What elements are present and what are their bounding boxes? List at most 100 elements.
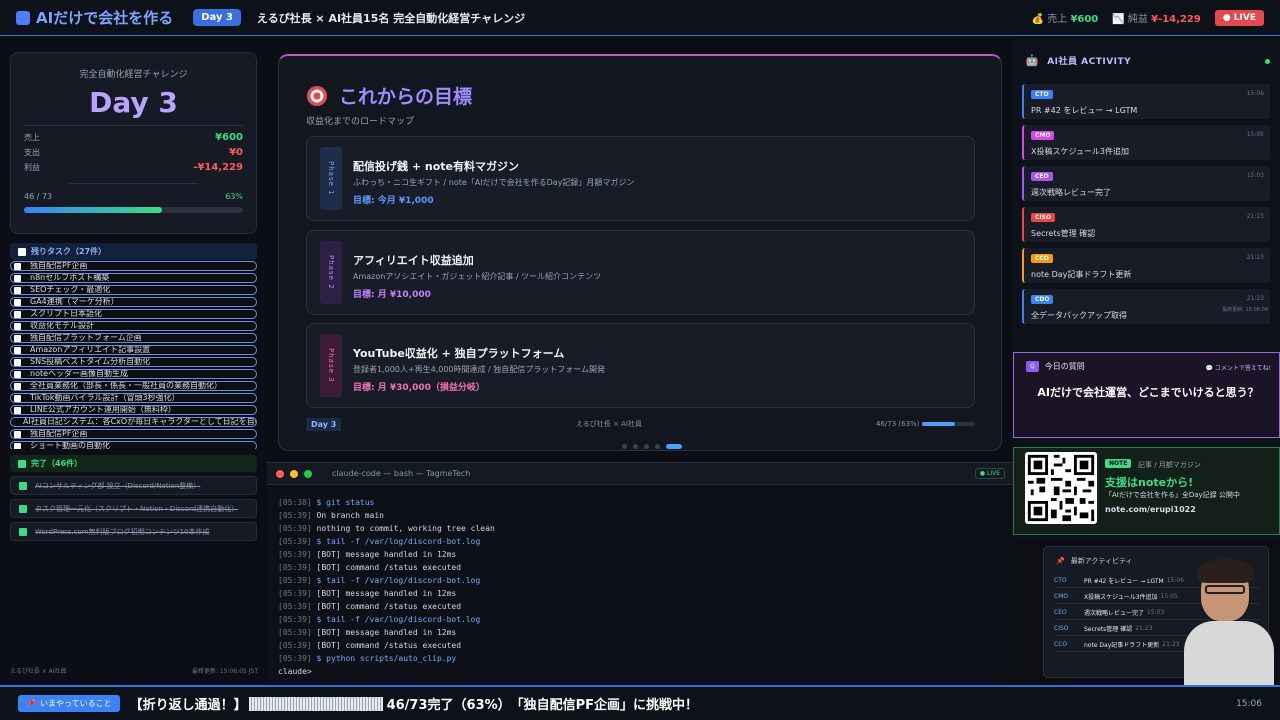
left-footer-updated: 最終更新: 15:06:05 JST [192,668,259,675]
task-item[interactable]: GA4連携（マーケ分析） [10,297,257,307]
terminal-line: [05:39] $ tail -f /var/log/discord-bot.l… [278,613,495,626]
task-label: 独自配信PF企画 [30,429,88,438]
line-timestamp: [05:39] [278,563,312,572]
phase-card-2: Phase 2 アフィリエイト収益追加 Amazonアソシエイト・ガジェット紹介… [306,230,975,315]
checkbox-icon[interactable] [14,262,21,270]
task-label: 独自配信PF企画 [30,261,88,270]
checkbox-icon[interactable] [14,382,21,390]
task-item[interactable]: SNS投稿ベストタイム分析自動化 [10,357,257,367]
checkbox-icon[interactable] [14,358,21,366]
pin-icon: 📌 [1056,557,1065,565]
slide-dot[interactable] [622,444,627,449]
slide-dot[interactable] [644,444,649,449]
task-item[interactable]: SEOチェック・最適化 [10,285,257,295]
glasses-icon [1205,585,1245,594]
phase-tag: Phase 3 [320,334,342,397]
profit-stat: 📉 純益 ¥-14,229 [1112,14,1201,25]
row-label: 売上 [24,133,40,142]
remaining-task-list[interactable]: 独自配信PF企画 n8nセルフホスト構築 SEOチェック・最適化 GA4連携（マーケ分… [10,261,257,449]
task-label: SNS投稿ベストタイム分析自動化 [30,357,151,366]
task-item[interactable]: AI社員日記システム：各CxOが毎日キャラクターとして日記を自動... [10,417,257,427]
slide-dot[interactable] [655,444,660,449]
task-label: AIコンサルティング部 設立（Discord/Notion整備） [35,481,201,490]
checkbox-icon[interactable] [14,322,21,330]
task-item[interactable]: 収益化モデル設計 [10,321,257,331]
phase-title: YouTube収益化 + 独自プラットフォーム [353,347,565,360]
roadmap-title-text: これからの目標 [339,86,473,108]
checkbox-icon[interactable] [14,430,21,438]
close-dot-icon[interactable] [276,469,284,478]
divider [24,125,243,126]
task-item[interactable]: 全社員業務化（部長・係長・一般社員の業務自動化） [10,381,257,391]
task-item[interactable]: n8nセルフホスト構築 [10,273,257,283]
streamer-body [1184,621,1274,685]
task-label: タスク管理一元化（スクリプト・Notion・Discord連携自動化） [35,504,239,513]
maximize-dot-icon[interactable] [304,469,312,478]
row-label: 支出 [24,148,40,157]
task-label: n8nセルフホスト構築 [30,273,110,282]
completed-task: タスク管理一元化（スクリプト・Notion・Discord連携自動化） [10,499,257,518]
task-item[interactable]: LINE公式アカウント運用開始（無料枠） [10,405,257,415]
activity-time: 15:05 [1246,131,1264,138]
activity-header: 🤖 AI社員 ACTIVITY [1025,54,1131,67]
terminal-line: [05:39] nothing to commit, working tree … [278,522,495,535]
checkbox-icon[interactable] [14,274,21,282]
summary-subtitle: 完全自動化経営チャレンジ [79,70,188,80]
recent-time: 15:05 [1160,592,1178,600]
task-item[interactable]: 独自配信PF企画 [10,429,257,439]
task-label: WordPress.com無料版ブログ初期コンテンツ10本作成 [35,527,210,536]
phase-title: アフィリエイト収益追加 [353,254,474,267]
minimize-dot-icon[interactable] [290,469,298,478]
checkbox-icon[interactable] [14,334,21,342]
slide-indicator[interactable] [622,444,682,449]
activity-message: Secrets管理 確認 [1031,229,1096,238]
completed-tasks-header[interactable]: 完了（46件） [10,455,257,472]
qr-code-icon[interactable] [1025,452,1097,524]
phase-card-3: Phase 3 YouTube収益化 + 独自プラットフォーム 登録者1,000… [306,323,975,408]
line-text: [BOT] command /status executed [316,563,462,572]
checkbox-icon[interactable] [14,406,21,414]
summary-row: 利益 -¥14,229 [24,162,243,173]
checkbox-icon[interactable] [14,442,21,449]
line-text: On branch main [316,511,384,520]
streamer-webcam [1184,559,1274,685]
checkbox-icon[interactable] [14,310,21,318]
terminal-prompt[interactable]: claude> [278,665,495,678]
terminal-window[interactable]: claude-code — bash — TagmeTech ● LIVE [0… [267,462,1013,685]
question-label-text: 今日の質問 [1044,362,1085,371]
slide-dot-active[interactable] [666,444,682,449]
recent-time: 21:23 [1162,640,1180,648]
activity-time: 21:23 [1246,213,1264,220]
target-icon [307,85,327,106]
progress-percent: 63% [225,192,243,201]
remaining-tasks-header[interactable]: 残りタスク（27件） [10,243,257,260]
checkbox-icon[interactable] [14,370,21,378]
checkbox-icon[interactable] [14,286,21,294]
checkbox-icon[interactable] [14,394,21,402]
terminal-line: [05:39] [BOT] message handled in 12ms [278,548,495,561]
note-headline: 支援はnoteから! [1105,476,1194,489]
recent-message: Secrets管理 確認 [1084,625,1133,633]
checkbox-icon[interactable] [14,298,21,306]
question-text: AIだけで会社運営、どこまでいけると思う？ [1037,386,1259,399]
slide-dot[interactable] [633,444,638,449]
task-item[interactable]: スクリプト日本語化 [10,309,257,319]
roadmap-title: これからの目標 [307,82,472,109]
task-item[interactable]: 独自配信プラットフォーム企画 [10,333,257,343]
roadmap-footer: Day 3 えるぴ社長 × AI社員 46/73 (63%) [306,416,975,432]
terminal-line: [05:39] $ python scripts/auto_clip.py [278,652,495,665]
task-item[interactable]: TikTok動画バイラル設計（冒頭3秒強化） [10,393,257,403]
line-text: nothing to commit, working tree clean [316,524,495,533]
activity-item: CISO Secrets管理 確認 21:23 [1022,207,1270,242]
task-item[interactable]: 独自配信PF企画 [10,261,257,271]
checkbox-icon[interactable] [14,346,21,354]
note-url-link[interactable]: note.com/erupi1022 [1105,505,1196,514]
logo-text: AIだけで会社を作る [36,9,174,27]
progress-fill [24,207,162,213]
line-timestamp: [05:39] [278,576,312,585]
task-item[interactable]: noteヘッダー画像自動生成 [10,369,257,379]
task-item[interactable]: Amazonアフィリエイト記事設置 [10,345,257,355]
line-timestamp: [05:39] [278,641,312,650]
task-item[interactable]: ショート動画の自動化 [10,441,257,449]
activity-item: CTO PR #42 をレビュー → LGTM 15:06 [1022,84,1270,119]
